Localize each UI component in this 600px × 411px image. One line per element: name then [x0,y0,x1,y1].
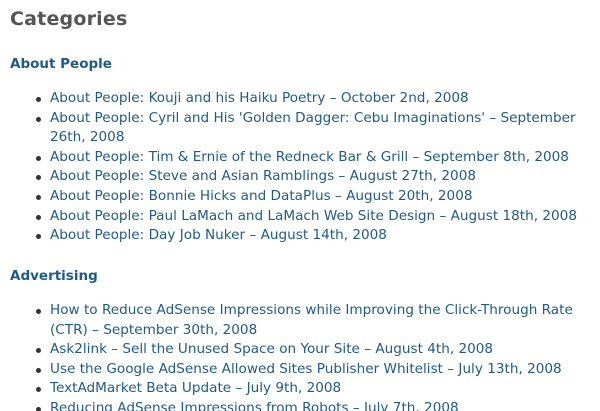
list-item: About People: Cyril and His 'Golden Dagg… [0,109,600,148]
list-item: Reducing AdSense Impressions from Robots… [0,399,600,411]
post-list: About People: Kouji and his Haiku Poetry… [0,89,600,246]
category-heading-about-people[interactable]: About People [10,55,600,73]
list-item: Use the Google AdSense Allowed Sites Pub… [0,360,600,380]
category-section-about-people: About People About People: Kouji and his… [0,55,600,246]
list-item: Ask2link – Sell the Unused Space on Your… [0,340,600,360]
list-item: TextAdMarket Beta Update – July 9th, 200… [0,379,600,399]
post-link[interactable]: TextAdMarket Beta Update – July 9th, 200… [50,380,341,396]
post-link[interactable]: Use the Google AdSense Allowed Sites Pub… [50,361,562,377]
bullet-icon [36,348,41,354]
bullet-icon [36,116,41,122]
bullet-icon [36,309,41,314]
bullet-icon [36,234,41,240]
list-item: About People: Kouji and his Haiku Poetry… [0,89,600,109]
page-title: Categories [10,8,128,30]
list-item: About People: Tim & Ernie of the Redneck… [0,148,600,168]
list-item: About People: Day Job Nuker – August 14t… [0,226,600,246]
list-item: About People: Steve and Asian Ramblings … [0,167,600,187]
post-link[interactable]: About People: Paul LaMach and LaMach Web… [50,208,577,224]
category-heading-advertising[interactable]: Advertising [10,267,600,285]
post-link[interactable]: Ask2link – Sell the Unused Space on Your… [50,341,493,357]
post-link[interactable]: How to Reduce AdSense Impressions while … [50,302,573,338]
bullet-icon [36,175,41,181]
bullet-icon [36,387,41,393]
list-item: How to Reduce AdSense Impressions while … [0,301,600,340]
post-link[interactable]: About People: Cyril and His 'Golden Dagg… [50,110,576,146]
bullet-icon [36,214,41,220]
post-link[interactable]: Reducing AdSense Impressions from Robots… [50,400,459,411]
post-link[interactable]: About People: Day Job Nuker – August 14t… [50,227,387,243]
post-link[interactable]: About People: Kouji and his Haiku Poetry… [50,90,469,106]
post-link[interactable]: About People: Tim & Ernie of the Redneck… [50,149,569,165]
list-item: About People: Bonnie Hicks and DataPlus … [0,187,600,207]
bullet-icon [36,367,41,373]
list-item: About People: Paul LaMach and LaMach Web… [0,207,600,227]
post-list: How to Reduce AdSense Impressions while … [0,301,600,411]
post-link[interactable]: About People: Steve and Asian Ramblings … [50,168,476,184]
category-section-advertising: Advertising How to Reduce AdSense Impres… [0,267,600,411]
bullet-icon [36,406,41,411]
categories-page: Categories About People About People: Ko… [0,0,600,411]
bullet-icon [36,97,41,102]
bullet-icon [36,194,41,200]
bullet-icon [36,155,41,161]
post-link[interactable]: About People: Bonnie Hicks and DataPlus … [50,188,473,204]
